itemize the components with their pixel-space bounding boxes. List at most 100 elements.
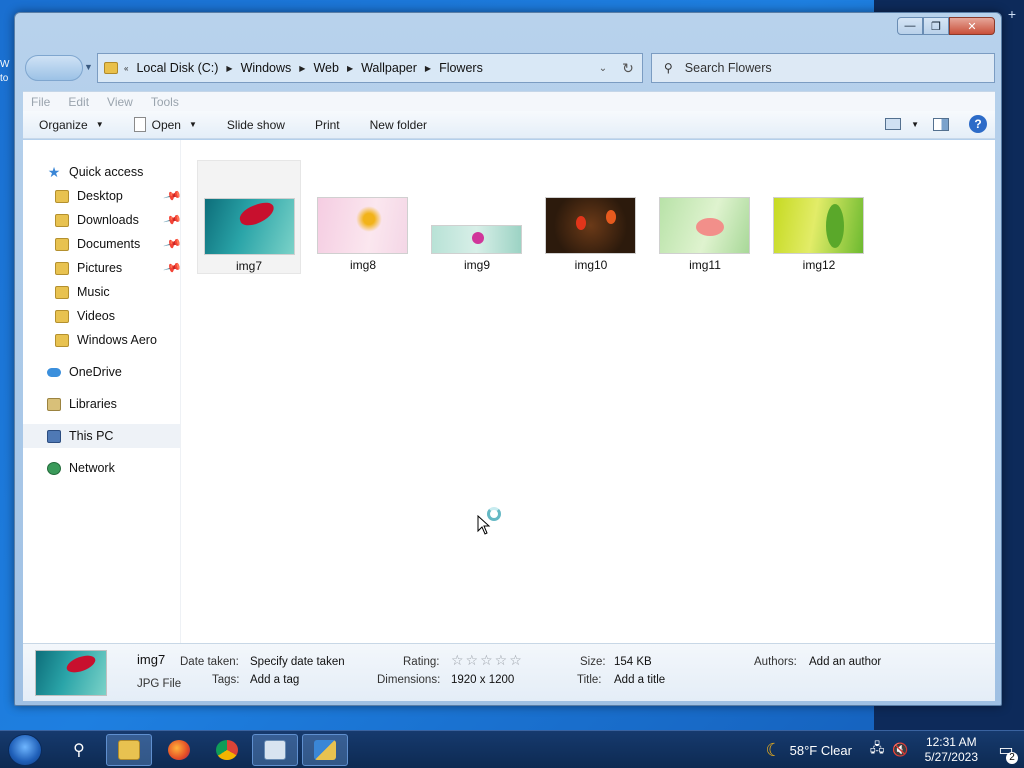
dimensions-value: 1920 x 1200	[451, 674, 515, 686]
change-view-icon[interactable]	[885, 118, 902, 130]
chevron-down-icon: ▼	[95, 120, 104, 129]
volume-muted-icon[interactable]: 🔇	[892, 742, 908, 758]
nav-label: Documents	[77, 237, 141, 251]
recent-pages-chevron-icon[interactable]: ▼	[84, 62, 93, 72]
address-bar[interactable]: « Local Disk (C:) ▶ Windows ▶ Web ▶ Wall…	[97, 53, 643, 83]
organize-button[interactable]: Organize ▼	[39, 118, 104, 132]
slideshow-button[interactable]: Slide show	[227, 118, 285, 132]
weather-text[interactable]: 58°F Clear	[790, 743, 852, 758]
file-explorer-taskbar-icon[interactable]	[106, 734, 152, 766]
nav-documents[interactable]: Documents 📌	[23, 232, 182, 256]
folder-icon	[55, 213, 69, 227]
network-icon	[47, 461, 61, 475]
crumb-separator-icon[interactable]: ▶	[226, 64, 232, 73]
folder-icon	[55, 285, 69, 299]
nav-windows-aero[interactable]: Windows Aero	[23, 328, 180, 352]
menu-view[interactable]: View	[107, 95, 133, 109]
explorer-window-taskbar-icon[interactable]	[302, 734, 348, 766]
image-thumbnail	[317, 197, 408, 254]
chrome-taskbar-icon[interactable]	[204, 734, 250, 766]
nav-label: This PC	[69, 429, 114, 443]
crumb-local-disk[interactable]: Local Disk (C:)	[136, 61, 218, 75]
file-name: img11	[689, 258, 721, 272]
navigation-bar: ▼ « Local Disk (C:) ▶ Windows ▶ Web ▶ Wa…	[23, 53, 995, 83]
tags-value[interactable]: Add a tag	[250, 674, 299, 686]
nav-desktop[interactable]: Desktop 📌	[23, 184, 182, 208]
moon-weather-icon[interactable]: ☾	[766, 740, 782, 761]
menu-edit[interactable]: Edit	[68, 95, 89, 109]
file-name: img7	[235, 259, 262, 273]
firefox-taskbar-icon[interactable]	[156, 734, 202, 766]
authors-label: Authors:	[754, 656, 797, 668]
folder-icon	[55, 333, 69, 347]
details-file-type: JPG File	[137, 678, 182, 690]
file-grid: img7 img8 img9 img10 img11 img12	[197, 160, 881, 274]
close-button[interactable]: ✕	[949, 17, 995, 35]
nav-label: Desktop	[77, 189, 123, 203]
file-item[interactable]: img7	[197, 160, 301, 274]
file-item[interactable]: img8	[311, 160, 415, 274]
search-taskbar-icon[interactable]: ⚲	[56, 734, 102, 766]
nav-downloads[interactable]: Downloads 📌	[23, 208, 182, 232]
nav-quick-access[interactable]: ★ Quick access	[23, 160, 180, 184]
title-value[interactable]: Add a title	[614, 674, 665, 686]
start-button[interactable]	[8, 734, 42, 766]
menu-file[interactable]: File	[31, 95, 50, 109]
search-icon: ⚲	[664, 61, 673, 75]
file-name: img10	[574, 258, 608, 272]
crumb-separator-icon[interactable]: ▶	[347, 64, 353, 73]
address-dropdown-icon[interactable]: ⌄	[592, 63, 614, 74]
date-taken-label: Date taken:	[180, 656, 239, 668]
view-options-chevron-icon[interactable]: ▼	[911, 120, 919, 129]
size-label: Size:	[580, 656, 606, 668]
nav-onedrive[interactable]: OneDrive	[23, 360, 180, 384]
print-button[interactable]: Print	[315, 118, 340, 132]
help-icon[interactable]: ?	[969, 115, 987, 133]
details-file-name: img7	[137, 652, 166, 667]
nav-music[interactable]: Music	[23, 280, 180, 304]
file-item[interactable]: img12	[767, 160, 871, 274]
preview-pane-icon[interactable]	[933, 117, 949, 131]
open-button[interactable]: Open ▼	[133, 117, 197, 132]
nav-libraries[interactable]: Libraries	[23, 392, 180, 416]
file-item[interactable]: img11	[653, 160, 757, 274]
network-tray-icon[interactable]: 🖧	[870, 739, 885, 761]
crumb-web[interactable]: Web	[313, 61, 338, 75]
search-placeholder[interactable]: Search Flowers	[685, 61, 772, 75]
tags-label: Tags:	[212, 674, 240, 686]
crumb-separator-icon[interactable]: ▶	[299, 64, 305, 73]
clock[interactable]: 12:31 AM 5/27/2023	[925, 735, 978, 765]
libraries-icon	[47, 397, 61, 411]
nav-gap	[23, 448, 180, 456]
address-overflow[interactable]: «	[124, 64, 128, 73]
nav-this-pc[interactable]: This PC	[23, 424, 180, 448]
control-panel-taskbar-icon[interactable]	[252, 734, 298, 766]
refresh-icon[interactable]: ↻	[614, 60, 642, 77]
file-item[interactable]: img10	[539, 160, 643, 274]
chevron-down-icon[interactable]: ▼	[189, 120, 197, 129]
authors-value[interactable]: Add an author	[809, 656, 881, 668]
file-item[interactable]: img9	[425, 160, 529, 274]
crumb-flowers[interactable]: Flowers	[439, 61, 483, 75]
rating-stars[interactable]: ☆☆☆☆☆	[451, 652, 524, 669]
crumb-wallpaper[interactable]: Wallpaper	[361, 61, 417, 75]
back-forward-buttons[interactable]	[25, 55, 83, 81]
nav-gap	[23, 416, 180, 424]
nav-videos[interactable]: Videos	[23, 304, 180, 328]
crumb-windows[interactable]: Windows	[241, 61, 292, 75]
nav-network[interactable]: Network	[23, 456, 180, 480]
notifications-icon[interactable]: ▭ 2	[988, 740, 1024, 764]
star-icon: ★	[47, 163, 61, 180]
nav-label: Music	[77, 285, 110, 299]
new-folder-button[interactable]: New folder	[370, 118, 427, 132]
minimize-button[interactable]: —	[897, 17, 923, 35]
search-box[interactable]: ⚲ Search Flowers	[651, 53, 995, 83]
nav-pictures[interactable]: Pictures 📌	[23, 256, 182, 280]
crumb-separator-icon[interactable]: ▶	[425, 64, 431, 73]
notification-count: 2	[1006, 752, 1018, 764]
date-taken-value[interactable]: Specify date taken	[250, 656, 345, 668]
menu-tools[interactable]: Tools	[151, 95, 179, 109]
file-name: img12	[802, 258, 836, 272]
command-bar: Organize ▼ Open ▼ Slide show Print New f…	[23, 111, 995, 139]
maximize-button[interactable]: ❐	[923, 17, 949, 35]
